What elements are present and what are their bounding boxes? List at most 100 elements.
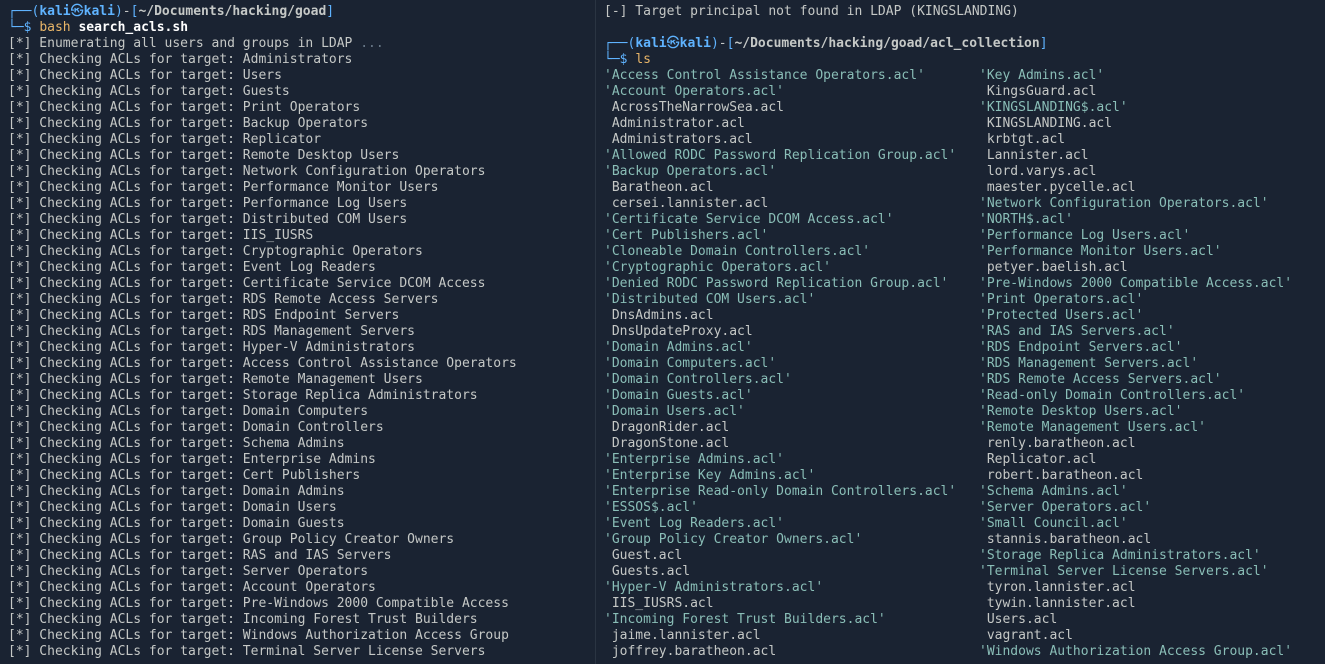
ls-row: 'Event Log Readers.acl''Small Council.ac… <box>604 516 1317 532</box>
file-entry: Administrator.acl <box>604 116 979 132</box>
ls-row: 'Allowed RODC Password Replication Group… <box>604 148 1317 164</box>
file-entry: KingsGuard.acl <box>979 84 1096 100</box>
file-entry: Replicator.acl <box>979 452 1096 468</box>
file-entry: Users.acl <box>979 612 1057 628</box>
acl-check-line: [*] Checking ACLs for target: Domain Adm… <box>8 484 587 500</box>
acl-check-line: [*] Checking ACLs for target: Group Poli… <box>8 532 587 548</box>
acl-check-line: [*] Checking ACLs for target: Distribute… <box>8 212 587 228</box>
ls-row: 'Distributed COM Users.acl''Print Operat… <box>604 292 1317 308</box>
file-entry: Baratheon.acl <box>604 180 979 196</box>
ls-row: 'Access Control Assistance Operators.acl… <box>604 68 1317 84</box>
file-entry: 'RAS and IAS Servers.acl' <box>979 324 1175 340</box>
terminal-pane-right[interactable]: [-] Target principal not found in LDAP (… <box>595 0 1325 664</box>
file-entry: 'Enterprise Admins.acl' <box>604 452 979 468</box>
file-entry: krbtgt.acl <box>979 132 1065 148</box>
ls-row: 'Account Operators.acl' KingsGuard.acl <box>604 84 1317 100</box>
file-entry: DragonStone.acl <box>604 436 979 452</box>
terminal-pane-left[interactable]: ┌──(kali㉿kali)-[~/Documents/hacking/goad… <box>0 0 595 664</box>
acl-check-line: [*] Checking ACLs for target: RDS Manage… <box>8 324 587 340</box>
ls-row: 'Certificate Service DCOM Access.acl''NO… <box>604 212 1317 228</box>
file-entry: IIS_IUSRS.acl <box>604 596 979 612</box>
ls-row: 'Cloneable Domain Controllers.acl''Perfo… <box>604 244 1317 260</box>
file-entry: 'Enterprise Key Admins.acl' <box>604 468 979 484</box>
command-line-left[interactable]: └─$ bash search_acls.sh <box>8 20 587 36</box>
file-entry: DnsUpdateProxy.acl <box>604 324 979 340</box>
ls-row: 'Enterprise Admins.acl' Replicator.acl <box>604 452 1317 468</box>
ls-row: 'Group Policy Creator Owners.acl' stanni… <box>604 532 1317 548</box>
acl-check-line: [*] Checking ACLs for target: Server Ope… <box>8 564 587 580</box>
ls-row: Administrator.acl KINGSLANDING.acl <box>604 116 1317 132</box>
ls-row: DnsAdmins.acl'Protected Users.acl' <box>604 308 1317 324</box>
acl-check-line: [*] Checking ACLs for target: RDS Remote… <box>8 292 587 308</box>
file-entry: Administrators.acl <box>604 132 979 148</box>
file-entry: 'Server Operators.acl' <box>979 500 1151 516</box>
file-entry: 'Performance Monitor Users.acl' <box>979 244 1222 260</box>
file-entry: petyer.baelish.acl <box>979 260 1128 276</box>
file-entry: lord.varys.acl <box>979 164 1096 180</box>
acl-check-line: [*] Checking ACLs for target: Enterprise… <box>8 452 587 468</box>
acl-check-line: [*] Checking ACLs for target: Storage Re… <box>8 388 587 404</box>
file-entry: Lannister.acl <box>979 148 1089 164</box>
acl-check-line: [*] Checking ACLs for target: Domain Use… <box>8 500 587 516</box>
file-entry: 'Key Admins.acl' <box>979 68 1104 84</box>
ls-row: jaime.lannister.acl vagrant.acl <box>604 628 1317 644</box>
file-entry: 'Cloneable Domain Controllers.acl' <box>604 244 979 260</box>
file-entry: 'Storage Replica Administrators.acl' <box>979 548 1261 564</box>
ls-row: IIS_IUSRS.acl tywin.lannister.acl <box>604 596 1317 612</box>
file-entry: 'Print Operators.acl' <box>979 292 1143 308</box>
file-entry: 'Schema Admins.acl' <box>979 484 1128 500</box>
file-entry: 'Backup Operators.acl' <box>604 164 979 180</box>
ls-row: AcrossTheNarrowSea.acl'KINGSLANDING$.acl… <box>604 100 1317 116</box>
prompt-line-right: ┌──(kali㉿kali)-[~/Documents/hacking/goad… <box>604 36 1317 52</box>
ls-row: Administrators.acl krbtgt.acl <box>604 132 1317 148</box>
file-entry: vagrant.acl <box>979 628 1073 644</box>
ls-row: 'Hyper-V Administrators.acl' tyron.lanni… <box>604 580 1317 596</box>
file-entry: 'Remote Management Users.acl' <box>979 420 1206 436</box>
acl-check-line: [*] Checking ACLs for target: Performanc… <box>8 180 587 196</box>
file-entry: tywin.lannister.acl <box>979 596 1136 612</box>
file-entry: 'Domain Computers.acl' <box>604 356 979 372</box>
ls-row: Guest.acl'Storage Replica Administrators… <box>604 548 1317 564</box>
ls-row: 'Cert Publishers.acl''Performance Log Us… <box>604 228 1317 244</box>
file-entry: 'Windows Authorization Access Group.acl' <box>979 644 1292 660</box>
acl-check-line: [*] Checking ACLs for target: Remote Des… <box>8 148 587 164</box>
acl-check-line: [*] Checking ACLs for target: IIS_IUSRS <box>8 228 587 244</box>
file-entry: 'Performance Log Users.acl' <box>979 228 1190 244</box>
ls-row: 'Domain Users.acl''Remote Desktop Users.… <box>604 404 1317 420</box>
ls-row: DnsUpdateProxy.acl'RAS and IAS Servers.a… <box>604 324 1317 340</box>
ls-row: DragonRider.acl'Remote Management Users.… <box>604 420 1317 436</box>
acl-check-line: [*] Checking ACLs for target: Users <box>8 68 587 84</box>
file-entry: DragonRider.acl <box>604 420 979 436</box>
acl-check-line: [*] Checking ACLs for target: Domain Con… <box>8 420 587 436</box>
acl-check-line: [*] Checking ACLs for target: Cryptograp… <box>8 244 587 260</box>
ls-row: DragonStone.acl renly.baratheon.acl <box>604 436 1317 452</box>
ldap-error-msg: [-] Target principal not found in LDAP (… <box>604 4 1317 20</box>
ls-row: 'Enterprise Key Admins.acl' robert.barat… <box>604 468 1317 484</box>
file-entry: 'Access Control Assistance Operators.acl… <box>604 68 979 84</box>
file-entry: 'Remote Desktop Users.acl' <box>979 404 1183 420</box>
ls-row: 'Backup Operators.acl' lord.varys.acl <box>604 164 1317 180</box>
acl-check-line: [*] Checking ACLs for target: Print Oper… <box>8 100 587 116</box>
ls-row: 'Enterprise Read-only Domain Controllers… <box>604 484 1317 500</box>
file-entry: 'Allowed RODC Password Replication Group… <box>604 148 979 164</box>
file-entry: jaime.lannister.acl <box>604 628 979 644</box>
file-entry: 'Enterprise Read-only Domain Controllers… <box>604 484 979 500</box>
acl-check-line: [*] Checking ACLs for target: Event Log … <box>8 260 587 276</box>
acl-check-line: [*] Checking ACLs for target: RDS Endpoi… <box>8 308 587 324</box>
file-entry: 'Event Log Readers.acl' <box>604 516 979 532</box>
acl-check-line: [*] Checking ACLs for target: Hyper-V Ad… <box>8 340 587 356</box>
file-entry: AcrossTheNarrowSea.acl <box>604 100 979 116</box>
ls-row: Baratheon.acl maester.pycelle.acl <box>604 180 1317 196</box>
file-entry: Guest.acl <box>604 548 979 564</box>
acl-check-line: [*] Checking ACLs for target: Administra… <box>8 52 587 68</box>
acl-check-line: [*] Checking ACLs for target: Domain Gue… <box>8 516 587 532</box>
ls-row: 'ESSOS$.acl''Server Operators.acl' <box>604 500 1317 516</box>
acl-check-line: [*] Checking ACLs for target: Pre-Window… <box>8 596 587 612</box>
command-line-right[interactable]: └─$ ls <box>604 52 1317 68</box>
file-entry: stannis.baratheon.acl <box>979 532 1151 548</box>
file-entry: 'RDS Management Servers.acl' <box>979 356 1198 372</box>
file-entry: 'Read-only Domain Controllers.acl' <box>979 388 1245 404</box>
file-entry: 'Small Council.acl' <box>979 516 1128 532</box>
file-entry: 'Domain Users.acl' <box>604 404 979 420</box>
acl-check-line: [*] Checking ACLs for target: Cert Publi… <box>8 468 587 484</box>
